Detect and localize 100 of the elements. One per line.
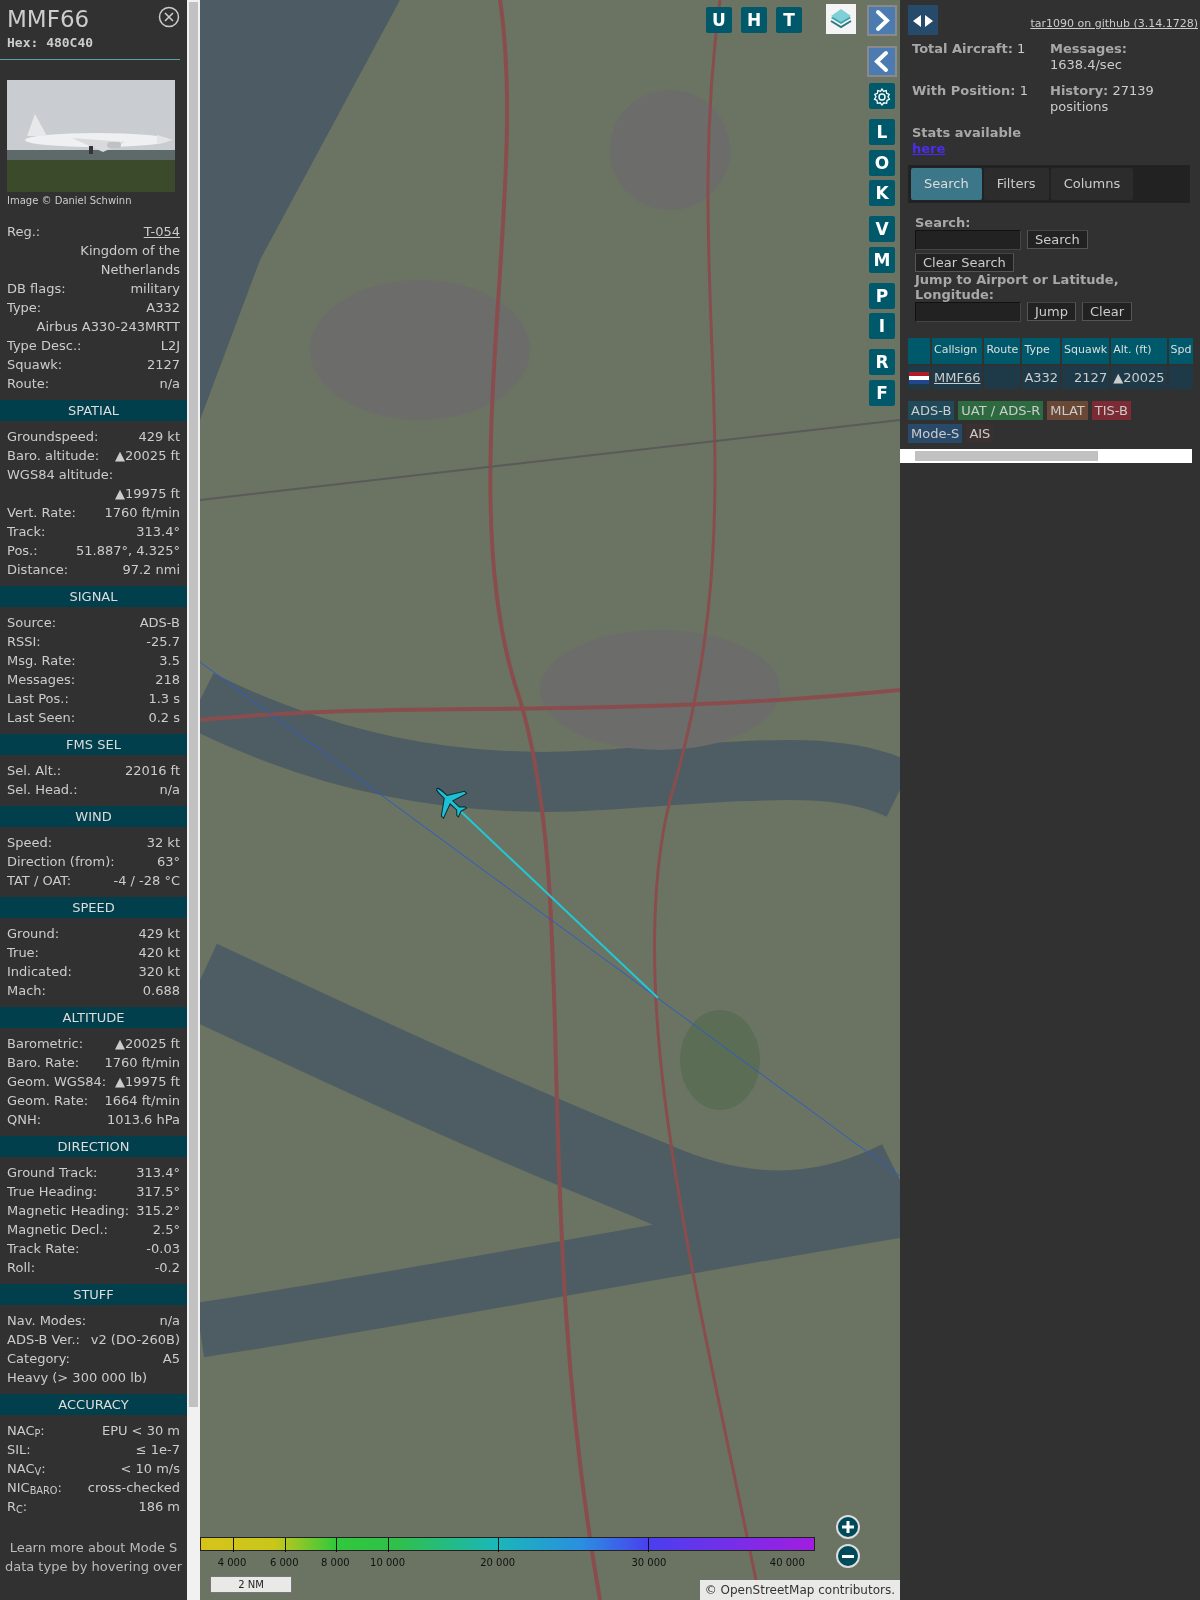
- field-label: Sel. Head.:: [7, 780, 78, 799]
- tab[interactable]: Filters: [983, 168, 1049, 200]
- aircraft-icon[interactable]: [436, 787, 468, 819]
- field-value: 320 kt: [138, 962, 180, 981]
- field-label: True:: [7, 943, 39, 962]
- section-header: STUFF: [0, 1283, 187, 1305]
- field-label: Search:: [915, 214, 972, 230]
- close-button[interactable]: [158, 6, 180, 28]
- section-header: SPATIAL: [0, 399, 187, 421]
- column-header[interactable]: Spd: [1168, 337, 1194, 364]
- attribution-link[interactable]: OpenStreetMap: [720, 1583, 815, 1597]
- map-toggle-button[interactable]: H: [741, 7, 767, 33]
- registration-link[interactable]: T-054: [143, 221, 180, 241]
- panel-toggle-button[interactable]: [908, 5, 938, 35]
- arrows-icon: [911, 12, 935, 29]
- field-label: Track Rate:: [7, 1239, 80, 1258]
- field-value: -25.7: [146, 632, 180, 651]
- field-value: 63°: [156, 852, 180, 871]
- field-label: Geom. Rate:: [7, 1091, 89, 1110]
- source-tag[interactable]: AIS: [966, 424, 994, 443]
- scrollbar[interactable]: [187, 0, 200, 1600]
- field-label: Last Seen:: [7, 708, 76, 727]
- horizontal-scrollbar[interactable]: [900, 449, 1192, 463]
- map-toggle-button[interactable]: T: [776, 7, 802, 33]
- field-value: 22016 ft: [125, 761, 180, 780]
- field-value: 420 kt: [138, 943, 180, 962]
- field-label: DB flags:: [7, 279, 66, 298]
- attribution-text: contributors.: [817, 1583, 895, 1597]
- jump-button[interactable]: Jump: [1027, 302, 1076, 321]
- source-tag[interactable]: Mode-S: [908, 424, 963, 443]
- map-toggle-button[interactable]: F: [869, 379, 895, 406]
- field-value: 429 kt: [138, 427, 180, 446]
- field-label: SIL:: [7, 1440, 31, 1459]
- source-tag[interactable]: TIS-B: [1091, 401, 1131, 420]
- column-header[interactable]: Route: [984, 337, 1021, 364]
- field-value: 313.4°: [136, 1163, 180, 1182]
- expand-button[interactable]: [867, 5, 897, 36]
- table-cell: A332: [1022, 363, 1061, 389]
- source-tag[interactable]: ADS-B: [908, 401, 955, 420]
- field-value: ▲19975 ft: [115, 1072, 180, 1091]
- source-tag[interactable]: UAT / ADS-R: [958, 401, 1044, 420]
- source-tag[interactable]: MLAT: [1047, 401, 1088, 420]
- field-value: 429 kt: [138, 924, 180, 943]
- map-toggle-button[interactable]: R: [869, 349, 895, 375]
- column-header[interactable]: Squawk: [1062, 337, 1110, 364]
- search-button[interactable]: Search: [1027, 230, 1088, 249]
- scale-label: 4 000: [217, 1556, 247, 1570]
- tab[interactable]: Search: [911, 168, 982, 200]
- field-label: Baro. altitude:: [7, 446, 100, 465]
- field-label: Magnetic Heading:: [7, 1201, 130, 1220]
- scale-label: 40 000: [769, 1556, 805, 1570]
- field-value: -0.2: [154, 1258, 180, 1277]
- layers-button[interactable]: [826, 4, 856, 34]
- field-label: Nav. Modes:: [7, 1311, 87, 1330]
- field-value: < 10 m/s: [120, 1459, 180, 1478]
- section-header: SIGNAL: [0, 585, 187, 607]
- column-header[interactable]: Alt. (ft): [1111, 337, 1167, 364]
- field-label: Messages:: [7, 670, 76, 689]
- photo-credit: Image © Daniel Schwinn: [6, 193, 133, 208]
- aircraft-callsign: MMF66: [7, 5, 90, 33]
- scale-label: 8 000: [321, 1556, 350, 1570]
- input-field[interactable]: [915, 301, 1021, 322]
- field-value: n/a: [159, 1311, 180, 1330]
- clear-button[interactable]: Clear: [1082, 302, 1132, 321]
- field-value: 2127: [146, 355, 180, 374]
- map-toggle-button[interactable]: O: [869, 149, 895, 176]
- field-label: Last Pos.:: [7, 689, 69, 708]
- field-label: Indicated:: [7, 962, 72, 981]
- table-cell: 2127: [1062, 363, 1110, 389]
- field-label: Mach:: [7, 981, 46, 1000]
- layers-icon: [829, 7, 853, 31]
- plus-icon: [842, 1521, 854, 1533]
- map-toggle-button[interactable]: U: [706, 7, 732, 33]
- field-label: Source:: [7, 613, 57, 632]
- map-toggle-button[interactable]: V: [869, 216, 895, 242]
- github-link[interactable]: tar1090 on github (3.14.1728): [1030, 16, 1198, 33]
- clear-button[interactable]: Clear Search: [915, 252, 1014, 272]
- stat-text: Total Aircraft: 1: [912, 41, 1026, 56]
- input-field[interactable]: [915, 229, 1021, 250]
- field-label: Route:: [7, 374, 50, 393]
- field-value: L2J: [160, 336, 180, 355]
- field-label: Distance:: [7, 560, 69, 579]
- column-header[interactable]: Type: [1022, 337, 1061, 364]
- column-header[interactable]: Callsign: [932, 337, 983, 364]
- field-value: 0.688: [142, 981, 180, 1000]
- field-label: Roll:: [7, 1258, 35, 1277]
- table-cell: [1168, 363, 1194, 389]
- map-toggle-button[interactable]: I: [869, 313, 895, 339]
- tab[interactable]: Columns: [1050, 168, 1134, 200]
- field-label: NAC$_{V}$:: [7, 1459, 46, 1478]
- map-toggle-button[interactable]: M: [869, 246, 895, 273]
- settings-button[interactable]: [869, 83, 895, 109]
- field-value: 313.4°: [136, 522, 180, 541]
- field-value: -4 / -28 °C: [113, 871, 180, 890]
- map-toggle-button[interactable]: L: [869, 119, 895, 145]
- scale-label: 10 000: [370, 1556, 406, 1570]
- map-toggle-button[interactable]: K: [869, 180, 895, 206]
- collapse-button[interactable]: [867, 46, 897, 77]
- map-toggle-button[interactable]: P: [869, 282, 895, 309]
- table-cell: [984, 363, 1021, 389]
